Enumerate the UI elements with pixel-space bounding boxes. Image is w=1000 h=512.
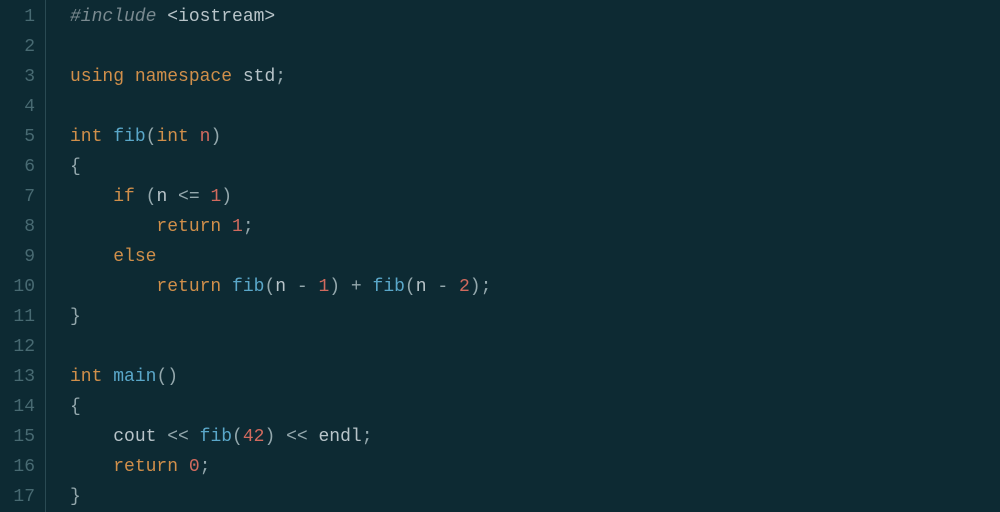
code-token: ; [200,457,211,477]
code-token: main [113,367,156,387]
line-number: 16 [0,452,35,482]
line-number: 13 [0,362,35,392]
code-token: if [113,187,145,207]
code-token: return [113,457,189,477]
code-line[interactable]: else [70,242,1000,272]
code-token: ) [264,427,286,447]
code-line[interactable]: using namespace std; [70,62,1000,92]
code-token: ( [146,187,157,207]
code-token: ( [405,277,416,297]
code-line[interactable]: int fib(int n) [70,122,1000,152]
code-line[interactable]: int main() [70,362,1000,392]
code-token [70,187,113,207]
code-token: { [70,397,81,417]
code-line[interactable]: cout << fib(42) << endl; [70,422,1000,452]
code-token: n [416,277,438,297]
code-token: - [297,277,319,297]
line-number: 7 [0,182,35,212]
code-token: #include [70,7,167,27]
code-token: ; [275,67,286,87]
code-token: <iostream> [167,7,275,27]
code-token: ) [470,277,481,297]
code-line[interactable]: return fib(n - 1) + fib(n - 2); [70,272,1000,302]
code-token: 0 [189,457,200,477]
code-token: 1 [210,187,221,207]
line-number: 2 [0,32,35,62]
code-token: ( [264,277,275,297]
code-token: n [156,187,178,207]
code-token [70,247,113,267]
code-line[interactable] [70,32,1000,62]
code-token: ( [146,127,157,147]
code-token: 1 [232,217,243,237]
code-token: } [70,487,81,507]
code-token: 42 [243,427,265,447]
code-token: ) [329,277,351,297]
code-token [70,217,156,237]
code-token: ; [243,217,254,237]
code-token [70,427,113,447]
line-number: 14 [0,392,35,422]
code-token: int [70,367,113,387]
code-line[interactable] [70,92,1000,122]
line-number-gutter: 1234567891011121314151617 [0,0,46,512]
code-line[interactable] [70,332,1000,362]
code-line[interactable]: } [70,302,1000,332]
code-token: endl [318,427,361,447]
code-token: <= [178,187,210,207]
code-token: ; [362,427,373,447]
code-token: using [70,67,135,87]
code-token: fib [200,427,232,447]
code-line[interactable]: #include <iostream> [70,2,1000,32]
code-token: << [167,427,199,447]
code-token: n [200,127,211,147]
code-token: fib [373,277,405,297]
line-number: 4 [0,92,35,122]
code-token: int [70,127,113,147]
code-token: fib [232,277,264,297]
line-number: 17 [0,482,35,512]
code-token: } [70,307,81,327]
code-token: << [286,427,318,447]
code-line[interactable]: return 0; [70,452,1000,482]
code-token: ( [232,427,243,447]
line-number: 1 [0,2,35,32]
line-number: 9 [0,242,35,272]
code-line[interactable]: { [70,152,1000,182]
line-number: 3 [0,62,35,92]
code-token: cout [113,427,167,447]
code-token: else [113,247,156,267]
code-token: return [156,277,232,297]
code-token: fib [113,127,145,147]
line-number: 10 [0,272,35,302]
line-number: 5 [0,122,35,152]
code-line[interactable]: } [70,482,1000,512]
code-line[interactable]: { [70,392,1000,422]
code-token: 1 [318,277,329,297]
code-token [70,277,156,297]
code-editor[interactable]: #include <iostream> using namespace std;… [46,0,1000,512]
code-token: namespace [135,67,243,87]
line-number: 15 [0,422,35,452]
code-token: + [351,277,373,297]
code-token: return [156,217,232,237]
code-token: n [275,277,297,297]
line-number: 12 [0,332,35,362]
code-token: std [243,67,275,87]
code-token: ) [210,127,221,147]
code-token: ; [481,277,492,297]
code-token: { [70,157,81,177]
line-number: 6 [0,152,35,182]
code-token: int [156,127,199,147]
code-token: ) [221,187,232,207]
code-line[interactable]: if (n <= 1) [70,182,1000,212]
code-token: () [156,367,178,387]
code-token: 2 [459,277,470,297]
line-number: 8 [0,212,35,242]
code-token: - [437,277,459,297]
code-line[interactable]: return 1; [70,212,1000,242]
code-token [70,457,113,477]
line-number: 11 [0,302,35,332]
